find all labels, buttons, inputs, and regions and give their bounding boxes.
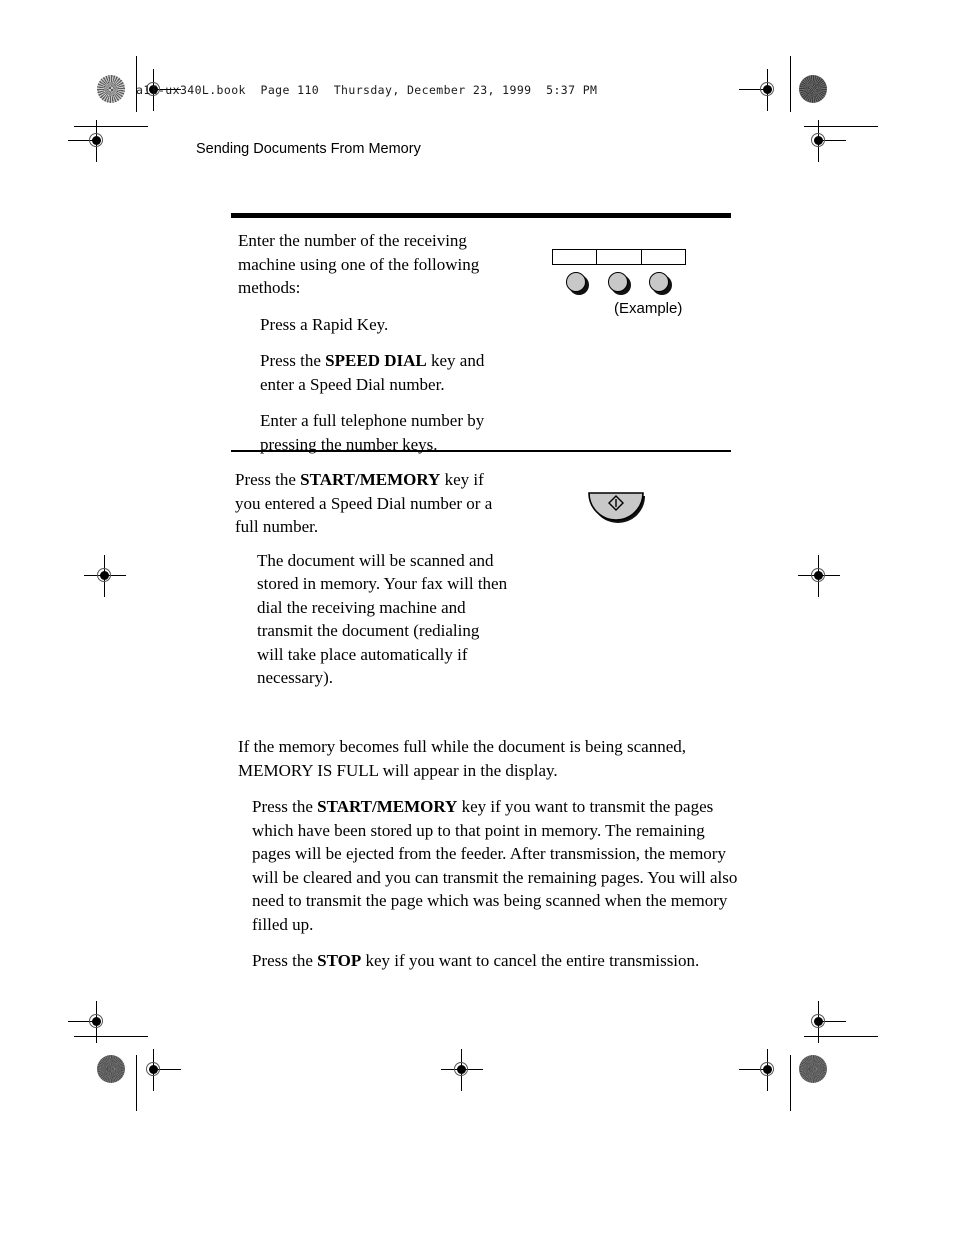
trim-line-bottom-left-vertical [136,1055,137,1111]
registration-target-bottom-right-inner [739,1049,783,1091]
rapid-key-panel-illustration [552,249,688,297]
start-memory-key-illustration [585,487,647,525]
trim-line-bottom-right-vertical [790,1055,791,1111]
registration-target-top-right-inner [739,69,783,111]
registration-dot-bottom-right [799,1055,827,1083]
start-memory-key-label: START/MEMORY [317,797,458,816]
page-title: Sending Documents From Memory [196,141,421,157]
step-rule-top [231,213,731,218]
rapid-key-label-cell [597,250,642,264]
step1-option-2-prefix: Press the [260,351,326,370]
notes-item1-suffix: key if you want to transmit the pages wh… [252,797,738,934]
rapid-key-button [566,272,586,292]
registration-target-right-middle [798,555,840,597]
registration-dot-top-left [97,75,125,103]
registration-target-bottom-center [441,1049,483,1091]
example-caption: (Example) [614,300,683,317]
rapid-key-button [649,272,669,292]
step-rule-middle [231,450,731,452]
registration-target-right-lower [804,1001,846,1043]
notes-intro: If the memory becomes full while the doc… [238,737,687,780]
registration-target-bottom-left-inner [139,1049,181,1091]
notes-item-start-memory: Press the START/MEMORY key if you want t… [252,795,738,936]
printed-page: a1I-ux340L.book Page 110 Thursday, Decem… [0,0,954,1235]
rapid-key-label-cell [642,250,685,264]
step1-option-2: Press the SPEED DIAL key and enter a Spe… [260,349,508,396]
start-memory-key-label: START/MEMORY [300,470,441,489]
notes-item1-prefix: Press the [252,797,318,816]
print-slug: a1I-ux340L.book Page 110 Thursday, Decem… [136,83,598,97]
registration-target-left-middle [84,555,126,597]
registration-target-left-lower [68,1001,112,1043]
registration-target-left-upper [68,120,112,162]
step2-intro: Press the START/MEMORY key if you entere… [235,468,510,539]
trim-line-top-right-vertical [790,56,791,112]
memory-full-notes: If the memory becomes full while the doc… [238,735,738,973]
start-memory-key-shape [588,492,645,523]
notes-item2-suffix: key if you want to cancel the entire tra… [361,951,700,970]
step-enter-number-text: Enter the number of the receiving machin… [238,229,508,456]
registration-dot-top-right [799,75,827,103]
registration-target-right-upper [804,120,846,162]
step-press-start-memory-text: Press the START/MEMORY key if you entere… [235,468,510,690]
rapid-key-label-cell [553,250,598,264]
step1-option-3: Enter a full telephone number by pressin… [260,411,485,454]
rapid-key-button [608,272,628,292]
notes-item2-prefix: Press the [252,951,318,970]
step1-intro: Enter the number of the receiving machin… [238,231,480,297]
step2-detail: The document will be scanned and stored … [257,550,508,688]
notes-item-stop: Press the STOP key if you want to cancel… [252,949,738,973]
stop-key-label: STOP [317,951,362,970]
registration-dot-bottom-left [97,1055,125,1083]
speed-dial-key-label: SPEED DIAL [325,351,427,370]
step2-intro-prefix: Press the [235,470,301,489]
rapid-key-label-strip [552,249,686,265]
step1-option-1: Press a Rapid Key. [260,314,389,334]
